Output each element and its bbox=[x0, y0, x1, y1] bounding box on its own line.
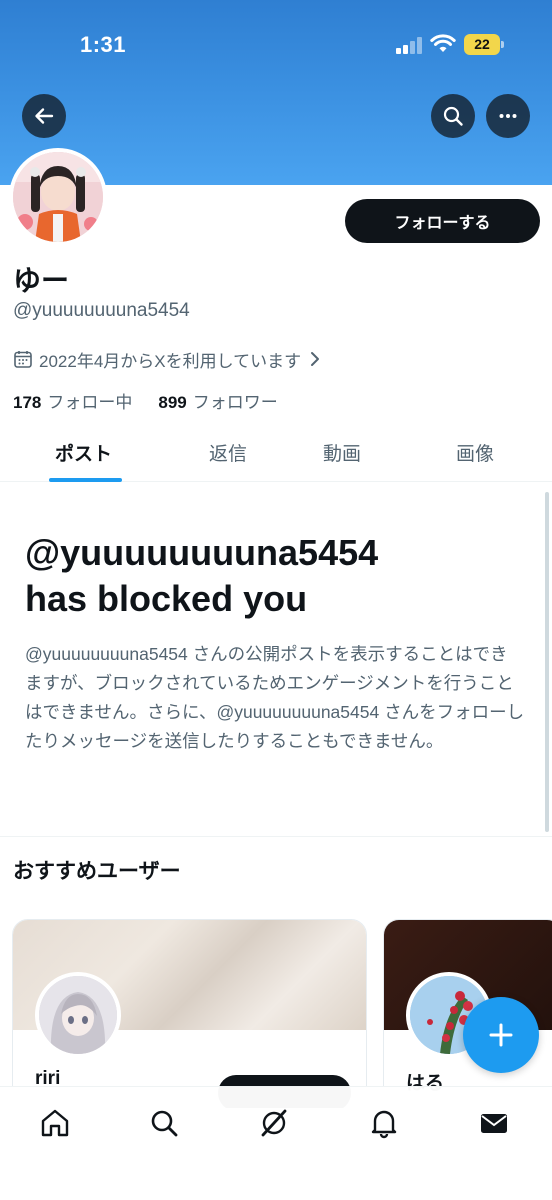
bell-icon bbox=[371, 1110, 397, 1139]
grok-icon bbox=[261, 1109, 287, 1137]
cellular-signal-icon bbox=[396, 36, 424, 54]
tab-images[interactable]: 画像 bbox=[456, 439, 494, 466]
blocked-description: @yuuuuuuuuna5454 さんの公開ポストを表示することはできますが、ブ… bbox=[25, 644, 525, 751]
arrow-left-icon bbox=[35, 108, 54, 124]
profile-tabs: ポスト 返信 動画 画像 bbox=[0, 425, 552, 482]
tab-replies[interactable]: 返信 bbox=[209, 439, 247, 466]
mail-icon bbox=[481, 1114, 507, 1133]
more-horizontal-icon bbox=[499, 114, 517, 118]
home-icon bbox=[41, 1109, 69, 1137]
joined-date[interactable]: 2022年4月からXを利用しています bbox=[13, 346, 321, 372]
section-divider bbox=[0, 836, 552, 837]
back-button[interactable] bbox=[22, 94, 66, 138]
scrollbar[interactable] bbox=[545, 492, 549, 832]
wifi-icon bbox=[430, 34, 456, 52]
status-bar: 1:31 22 bbox=[0, 0, 552, 92]
active-tab-indicator bbox=[49, 478, 122, 482]
nav-messages[interactable] bbox=[476, 1105, 512, 1141]
recommendations-title: おすすめユーザー bbox=[13, 860, 181, 883]
search-icon bbox=[443, 106, 463, 126]
blocked-title-handle: @yuuuuuuuuna5454 bbox=[25, 532, 379, 573]
blocked-title: @yuuuuuuuuna5454 has blocked you bbox=[25, 530, 535, 622]
bottom-navigation bbox=[0, 1086, 552, 1200]
following-count[interactable]: 178 bbox=[13, 393, 41, 413]
avatar-photo bbox=[13, 152, 103, 242]
battery-indicator: 22 bbox=[464, 34, 504, 55]
nav-grok[interactable] bbox=[256, 1105, 292, 1141]
follow-button[interactable]: フォローする bbox=[345, 199, 540, 243]
recommended-user-card[interactable]: riri bbox=[12, 919, 367, 1109]
chevron-right-icon bbox=[311, 352, 320, 366]
followers-count[interactable]: 899 bbox=[158, 393, 186, 413]
display-name: ゆー bbox=[13, 265, 70, 296]
plus-icon bbox=[489, 1023, 513, 1047]
blocked-title-text: has blocked you bbox=[25, 578, 308, 619]
nav-search[interactable] bbox=[146, 1105, 182, 1141]
following-label[interactable]: フォロー中 bbox=[47, 388, 132, 413]
joined-text: 2022年4月からXを利用しています bbox=[39, 351, 302, 371]
nav-home[interactable] bbox=[37, 1105, 73, 1141]
tab-posts[interactable]: ポスト bbox=[55, 439, 112, 466]
profile-avatar[interactable] bbox=[9, 148, 107, 246]
followers-label[interactable]: フォロワー bbox=[193, 388, 278, 413]
nav-notifications[interactable] bbox=[366, 1105, 402, 1141]
profile-handle: @yuuuuuuuuna5454 bbox=[13, 300, 190, 321]
status-time: 1:31 bbox=[80, 32, 127, 57]
follow-counts: 178 フォロー中 899 フォロワー bbox=[13, 388, 278, 413]
more-options-button[interactable] bbox=[486, 94, 530, 138]
search-icon bbox=[151, 1110, 178, 1137]
compose-post-button[interactable] bbox=[463, 997, 539, 1073]
recommended-user-avatar[interactable] bbox=[35, 972, 121, 1058]
search-button[interactable] bbox=[431, 94, 475, 138]
tab-videos[interactable]: 動画 bbox=[323, 439, 361, 466]
calendar-icon bbox=[14, 351, 32, 368]
